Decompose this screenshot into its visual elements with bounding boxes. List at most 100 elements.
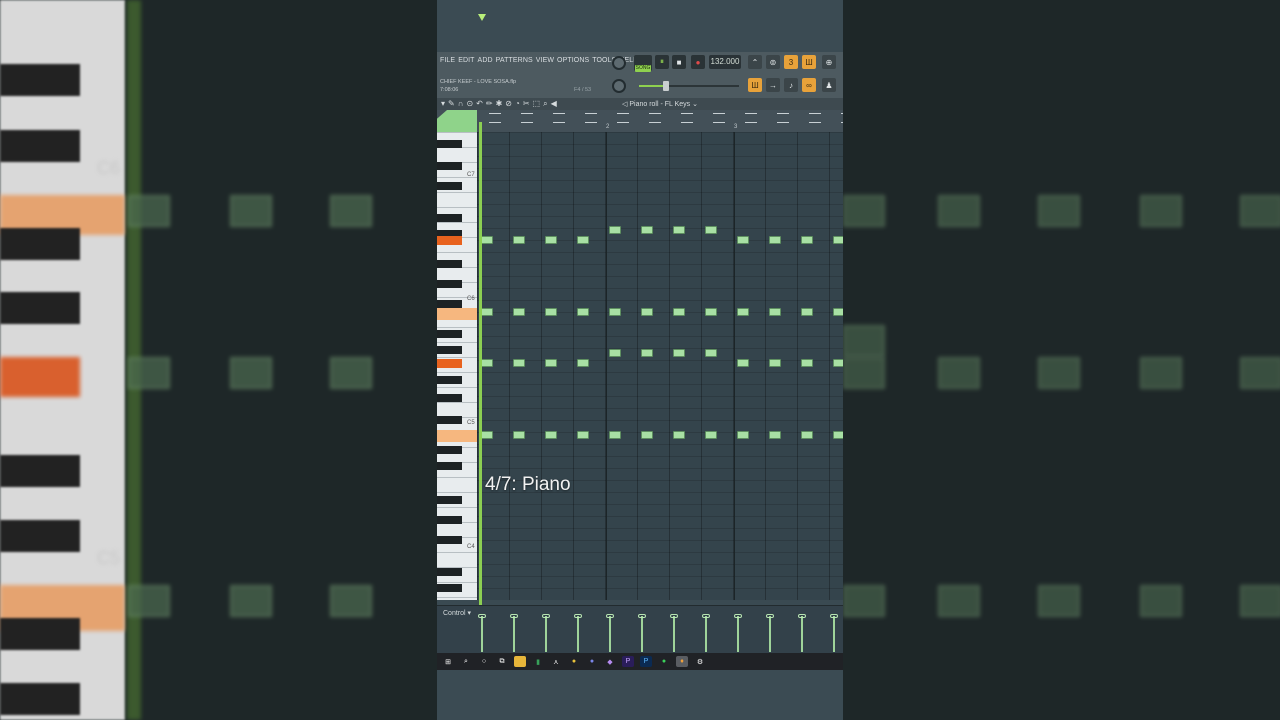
piano-roll-note[interactable]: [641, 349, 653, 357]
velocity-bar[interactable]: [545, 616, 547, 652]
playhead-marker[interactable]: [478, 14, 486, 21]
piano-roll-note[interactable]: [769, 236, 781, 244]
control-selector[interactable]: Control ▾: [443, 609, 471, 617]
velocity-bar[interactable]: [513, 616, 515, 652]
velocity-handle[interactable]: [542, 614, 550, 618]
piano-roll-note[interactable]: [641, 431, 653, 439]
velocity-bar[interactable]: [577, 616, 579, 652]
piano-roll-note[interactable]: [705, 308, 717, 316]
piano-roll-note[interactable]: [641, 308, 653, 316]
piano-roll-note[interactable]: [769, 308, 781, 316]
undo-icon[interactable]: ↶: [476, 99, 483, 109]
premiere-icon[interactable]: P: [622, 656, 634, 667]
piano-roll-note[interactable]: [705, 226, 717, 234]
piano-roll-note[interactable]: [673, 308, 685, 316]
velocity-bar[interactable]: [769, 616, 771, 652]
delete-icon[interactable]: ⊘: [505, 99, 512, 109]
plugin-picker-icon[interactable]: ♟: [822, 78, 836, 92]
piano-roll-note[interactable]: [769, 431, 781, 439]
tempo-display[interactable]: 132.000: [709, 55, 741, 69]
piano-roll-note[interactable]: [577, 236, 589, 244]
slice-icon[interactable]: ✂: [523, 99, 530, 109]
settings-icon[interactable]: ⚙: [694, 656, 706, 667]
piano-roll-note[interactable]: [609, 308, 621, 316]
master-volume-slider[interactable]: [639, 81, 739, 91]
piano-roll-note[interactable]: [641, 226, 653, 234]
piano-roll-note[interactable]: [705, 349, 717, 357]
velocity-bar[interactable]: [641, 616, 643, 652]
velocity-handle[interactable]: [702, 614, 710, 618]
piano-roll-note[interactable]: [737, 308, 749, 316]
record-button[interactable]: ●: [691, 55, 705, 69]
windows-icon[interactable]: ⊞: [442, 656, 454, 667]
menu-view[interactable]: VIEW: [536, 57, 554, 64]
piano-roll-note[interactable]: [545, 308, 557, 316]
piano-roll-note[interactable]: [833, 431, 843, 439]
piano-roll-note[interactable]: [577, 431, 589, 439]
piano-roll-note[interactable]: [481, 359, 493, 367]
search-icon[interactable]: ⌕: [460, 656, 472, 667]
mixer-icon[interactable]: Ш: [748, 78, 762, 92]
play-button[interactable]: ⏸: [655, 55, 669, 69]
master-volume-knob[interactable]: [612, 56, 626, 70]
event-control-pane[interactable]: Control ▾: [437, 605, 843, 654]
select-icon[interactable]: ⬚: [533, 99, 541, 109]
piano-roll-note[interactable]: [801, 431, 813, 439]
velocity-handle[interactable]: [734, 614, 742, 618]
piano-roll-note[interactable]: [833, 308, 843, 316]
brush-icon[interactable]: ✱: [496, 99, 503, 109]
piano-roll-note[interactable]: [513, 308, 525, 316]
slider-thumb[interactable]: [663, 81, 669, 91]
velocity-handle[interactable]: [606, 614, 614, 618]
piano-roll-note[interactable]: [737, 236, 749, 244]
velocity-bar[interactable]: [833, 616, 835, 652]
stop-button[interactable]: ■: [672, 55, 686, 69]
app-icon[interactable]: ◆: [604, 656, 616, 667]
chrome-icon[interactable]: ●: [568, 656, 580, 667]
piano-roll-note[interactable]: [577, 359, 589, 367]
piano-roll-note[interactable]: [513, 236, 525, 244]
dropdown-icon[interactable]: ▾: [441, 99, 445, 109]
metronome-icon[interactable]: ⊚: [766, 55, 780, 69]
pencil-icon[interactable]: ✏: [486, 99, 493, 109]
velocity-handle[interactable]: [574, 614, 582, 618]
piano-roll-note[interactable]: [481, 308, 493, 316]
piano-roll-note[interactable]: [673, 431, 685, 439]
browser-icon[interactable]: ∞: [802, 78, 816, 92]
piano-roll-note[interactable]: [673, 349, 685, 357]
velocity-bar[interactable]: [481, 616, 483, 652]
velocity-handle[interactable]: [766, 614, 774, 618]
speaker-icon[interactable]: ◀: [551, 99, 557, 109]
menu-add[interactable]: ADD: [478, 57, 493, 64]
velocity-handle[interactable]: [638, 614, 646, 618]
spotify-icon[interactable]: ●: [658, 656, 670, 667]
piano-roll-note[interactable]: [545, 236, 557, 244]
velocity-handle[interactable]: [670, 614, 678, 618]
velocity-handle[interactable]: [478, 614, 486, 618]
pattern-tool-icon[interactable]: ⌃: [748, 55, 762, 69]
velocity-handle[interactable]: [830, 614, 838, 618]
channel-rack-icon[interactable]: →: [766, 78, 780, 92]
fl-studio-icon[interactable]: ♦: [676, 656, 688, 667]
typing-keyboard-icon[interactable]: Ш: [802, 55, 816, 69]
piano-roll-note[interactable]: [801, 308, 813, 316]
velocity-bar[interactable]: [673, 616, 675, 652]
note-grid[interactable]: [477, 132, 843, 600]
piano-roll-note[interactable]: [609, 431, 621, 439]
task-view-icon[interactable]: ⧉: [496, 656, 508, 667]
piano-keyboard[interactable]: C7 C6 C5 C4: [437, 132, 477, 600]
song-mode-button[interactable]: SONG: [635, 65, 651, 72]
wrench-icon[interactable]: ✎: [448, 99, 455, 109]
excel-icon[interactable]: ▮: [532, 656, 544, 667]
step-edit-icon[interactable]: 3: [784, 55, 798, 69]
menu-edit[interactable]: EDIT: [458, 57, 474, 64]
piano-roll-note[interactable]: [577, 308, 589, 316]
master-pitch-knob[interactable]: [612, 79, 626, 93]
magnet-icon[interactable]: ∩: [458, 99, 464, 109]
piano-roll-note[interactable]: [769, 359, 781, 367]
piano-roll-note[interactable]: [609, 349, 621, 357]
cortana-icon[interactable]: ○: [478, 656, 490, 667]
menu-patterns[interactable]: PATTERNS: [496, 57, 533, 64]
menu-options[interactable]: OPTIONS: [557, 57, 589, 64]
piano-roll-note[interactable]: [513, 431, 525, 439]
